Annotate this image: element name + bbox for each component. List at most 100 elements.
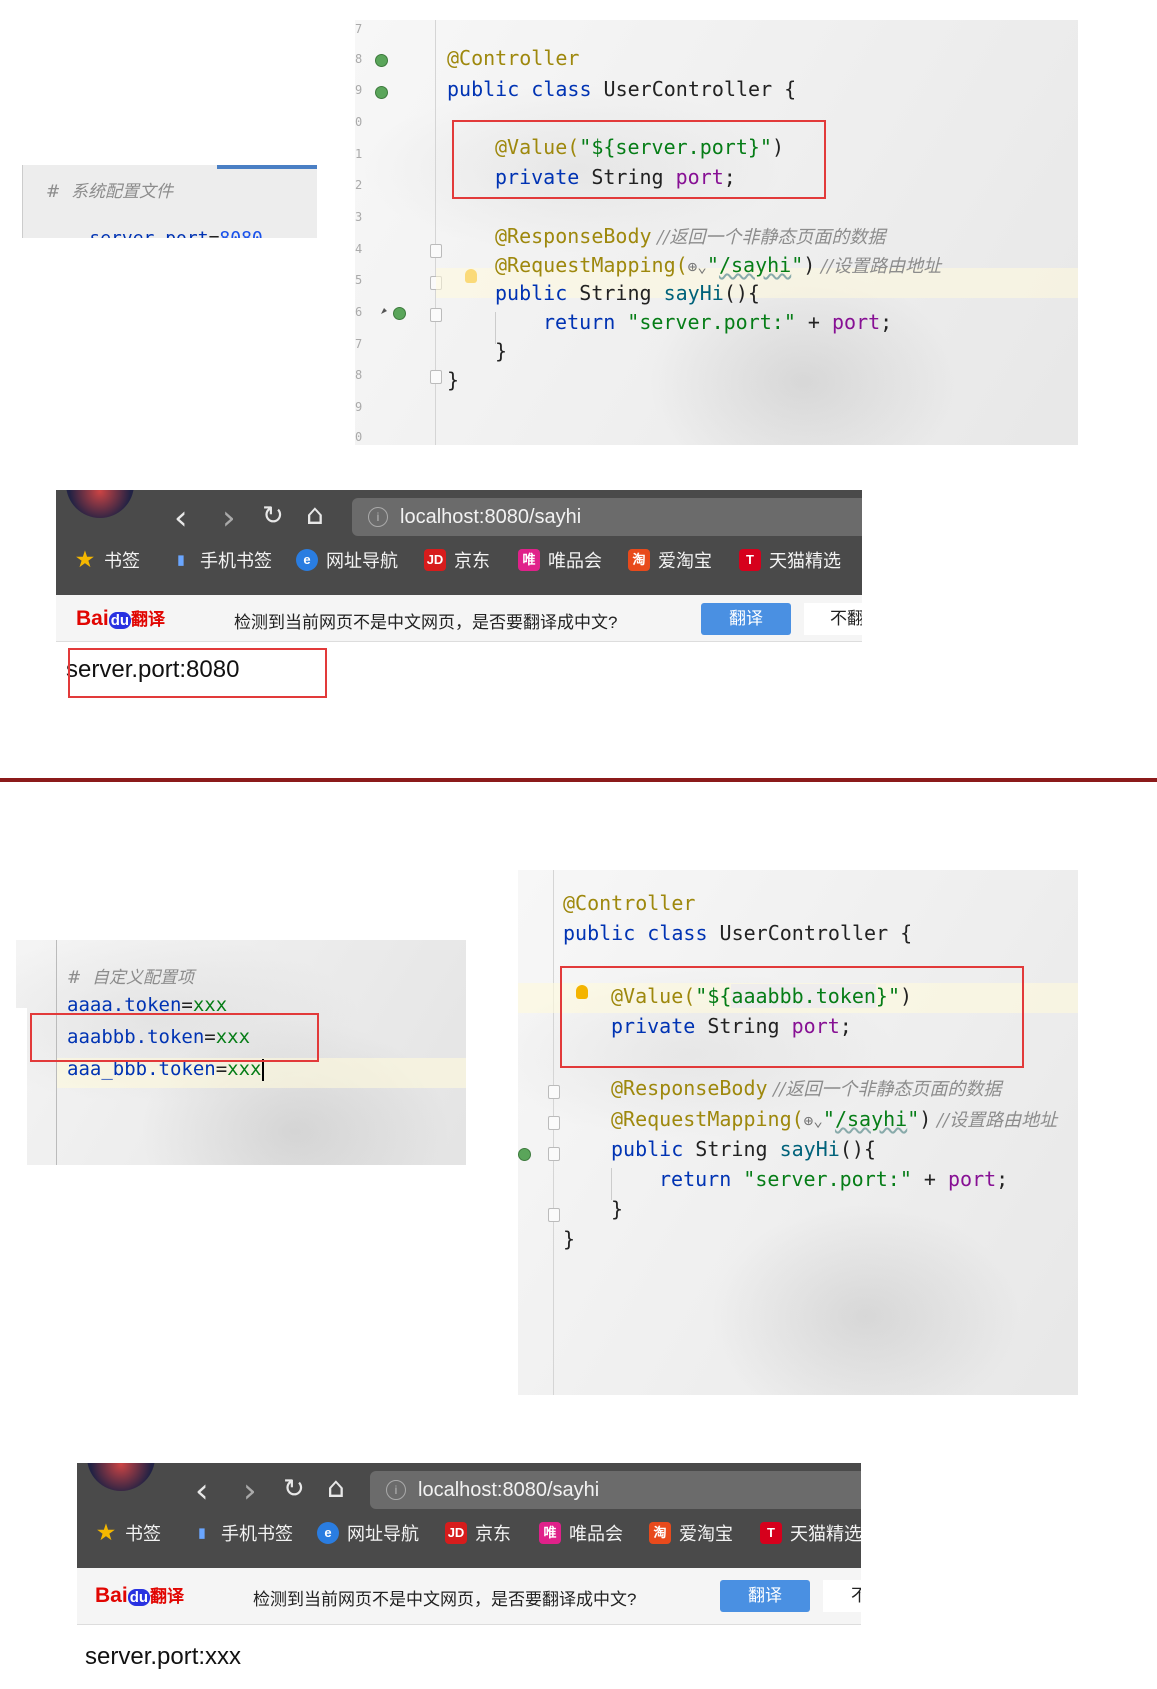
path-link[interactable]: /sayhi bbox=[835, 1107, 907, 1131]
run-rocket-icon[interactable] bbox=[375, 306, 389, 320]
home-button[interactable]: ⌂ bbox=[327, 1474, 345, 1502]
return-plus: + bbox=[795, 310, 832, 334]
address-bar[interactable]: i localhost:8080/sayhi bbox=[352, 498, 862, 536]
address-bar[interactable]: i localhost:8080/sayhi bbox=[370, 1471, 861, 1509]
bookmark-item[interactable]: ▮ 手机书签 bbox=[191, 1520, 293, 1546]
return-field: port bbox=[832, 310, 881, 334]
bottom-config-editor: # 自定义配置项 aaaa.token=xxx aaabbb.token=xxx… bbox=[16, 940, 466, 1165]
responsebody-comment: //返回一个非静态页面的数据 bbox=[651, 227, 886, 248]
path-link[interactable]: /sayhi bbox=[719, 253, 791, 277]
line-number: 8 bbox=[355, 368, 363, 382]
responsebody-comment: //返回一个非静态页面的数据 bbox=[767, 1079, 1002, 1100]
responsebody-annotation: @ResponseBody bbox=[611, 1076, 768, 1100]
jd-icon: JD bbox=[445, 1522, 467, 1544]
bookmark-item[interactable]: T 天猫精选 bbox=[739, 547, 841, 573]
bookmark-item[interactable]: ★ 书签 bbox=[74, 547, 140, 573]
line-number: 7 bbox=[355, 22, 363, 36]
tmall-icon: T bbox=[739, 549, 761, 571]
return-string: "server.port:" bbox=[743, 1167, 912, 1191]
top-java-editor: 7 8 9 0 1 2 3 4 5 6 7 8 9 0 @Controller … bbox=[355, 20, 1078, 445]
fold-marker-icon[interactable] bbox=[430, 308, 442, 322]
bookmark-label: 爱淘宝 bbox=[679, 1524, 733, 1544]
bookmark-item[interactable]: e 网址导航 bbox=[317, 1520, 419, 1546]
highlight-box bbox=[452, 120, 826, 199]
spring-mapping-icon[interactable] bbox=[518, 1148, 531, 1161]
requestmapping-comment: //设置路由地址 bbox=[931, 1110, 1058, 1131]
return-plus: + bbox=[911, 1167, 948, 1191]
fold-marker-icon[interactable] bbox=[430, 370, 442, 384]
translate-button[interactable]: 翻译 bbox=[720, 1580, 810, 1612]
translate-bar: Bai du 翻译 检测到当前网页不是中文网页，是否要翻译成中文? 翻译 不翻 bbox=[56, 595, 862, 642]
reload-button[interactable]: ↻ bbox=[262, 503, 284, 529]
bookmark-item[interactable]: 唯唯品会 bbox=[518, 547, 602, 573]
back-button[interactable]: ‹ bbox=[195, 1474, 209, 1508]
class-declaration: public class UserController { bbox=[563, 921, 912, 945]
requestmapping-annotation: @RequestMapping( bbox=[611, 1107, 804, 1131]
class-close-brace: } bbox=[563, 1227, 576, 1251]
bookmark-item[interactable]: ★ 书签 bbox=[95, 1520, 161, 1546]
bookmark-label: 唯品会 bbox=[569, 1524, 623, 1544]
editor-tab-indicator bbox=[217, 165, 317, 169]
spring-bean-icon[interactable] bbox=[375, 86, 388, 99]
info-icon[interactable]: i bbox=[386, 1480, 406, 1500]
config-comment: # 自定义配置项 bbox=[67, 968, 195, 988]
path-quote: " bbox=[791, 253, 804, 277]
fold-marker-icon[interactable] bbox=[548, 1116, 560, 1130]
fold-marker-icon[interactable] bbox=[548, 1147, 560, 1161]
bookmark-item[interactable]: e 网址导航 bbox=[296, 547, 398, 573]
controller-annotation: @Controller bbox=[563, 891, 696, 915]
method-keyword: public bbox=[495, 281, 580, 305]
no-translate-button[interactable]: 不 bbox=[823, 1580, 861, 1612]
home-button[interactable]: ⌂ bbox=[306, 501, 324, 529]
spring-bean-icon[interactable] bbox=[375, 54, 388, 67]
method-rest: (){ bbox=[723, 281, 760, 305]
bookmark-item[interactable]: JD 京东 bbox=[424, 547, 490, 573]
editor-background bbox=[518, 870, 1078, 1395]
back-button[interactable]: ‹ bbox=[174, 501, 188, 535]
bookmark-item[interactable]: 唯唯品会 bbox=[539, 1520, 623, 1546]
responsebody-line: @ResponseBody //返回一个非静态页面的数据 bbox=[495, 223, 885, 249]
config-eq: = bbox=[209, 228, 220, 238]
return-statement: return "server.port:" + port; bbox=[543, 310, 892, 334]
line-number: 6 bbox=[355, 305, 363, 319]
vip-icon: 唯 bbox=[539, 1522, 561, 1544]
spring-mapping-icon[interactable] bbox=[393, 307, 406, 320]
bookmark-item[interactable]: T 天猫精选 bbox=[760, 1520, 861, 1546]
return-semi: ; bbox=[996, 1167, 1009, 1191]
line-number: 9 bbox=[355, 83, 363, 97]
indent-guide bbox=[611, 1168, 612, 1200]
controller-annotation: @Controller bbox=[447, 46, 580, 70]
line-number: 5 bbox=[355, 273, 363, 287]
bookmark-item[interactable]: ▮ 手机书签 bbox=[170, 547, 272, 573]
globe-icon[interactable]: ⊕⌄ bbox=[804, 1111, 823, 1130]
responsebody-annotation: @ResponseBody bbox=[495, 224, 652, 248]
line-number: 7 bbox=[355, 337, 363, 351]
class-keyword: public class bbox=[447, 77, 604, 101]
bottom-java-editor: @Controller public class UserController … bbox=[518, 870, 1078, 1395]
line-number: 3 bbox=[355, 210, 363, 224]
globe-icon[interactable]: ⊕⌄ bbox=[688, 257, 707, 276]
bookmark-item[interactable]: 淘爱淘宝 bbox=[649, 1520, 733, 1546]
class-close-brace: } bbox=[447, 368, 460, 392]
method-declaration: public String sayHi(){ bbox=[611, 1137, 876, 1161]
requestmapping-close: ) bbox=[803, 253, 816, 277]
bookmark-item[interactable]: JD 京东 bbox=[445, 1520, 511, 1546]
return-semi: ; bbox=[880, 310, 893, 334]
gutter-line bbox=[22, 165, 23, 238]
bookmark-item[interactable]: 淘爱淘宝 bbox=[628, 547, 712, 573]
no-translate-button[interactable]: 不翻 bbox=[804, 603, 862, 635]
taobao-icon: 淘 bbox=[628, 549, 650, 571]
star-icon: ★ bbox=[76, 549, 94, 571]
forward-button[interactable]: › bbox=[243, 1474, 257, 1508]
highlight-box bbox=[68, 648, 327, 698]
baidu-du: du bbox=[127, 1589, 151, 1606]
fold-marker-icon[interactable] bbox=[548, 1085, 560, 1099]
reload-button[interactable]: ↻ bbox=[283, 1476, 305, 1502]
translate-button[interactable]: 翻译 bbox=[701, 603, 791, 635]
fold-marker-icon[interactable] bbox=[430, 244, 442, 258]
requestmapping-comment: //设置路由地址 bbox=[815, 256, 942, 277]
info-icon[interactable]: i bbox=[368, 507, 388, 527]
requestmapping-annotation: @RequestMapping( bbox=[495, 253, 688, 277]
fold-marker-icon[interactable] bbox=[548, 1208, 560, 1222]
forward-button[interactable]: › bbox=[222, 501, 236, 535]
